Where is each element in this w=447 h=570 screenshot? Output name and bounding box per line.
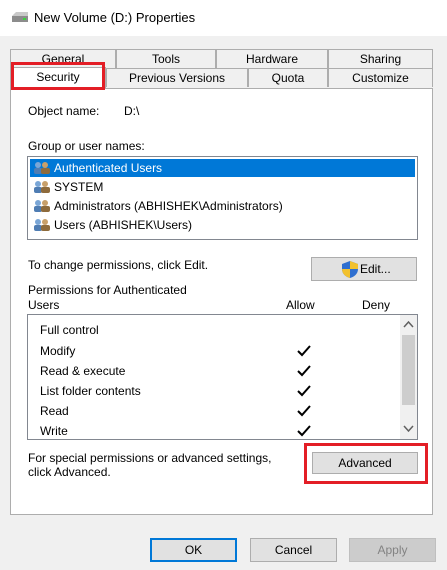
edit-button[interactable]: Edit... bbox=[311, 257, 417, 281]
permission-name: Modify bbox=[40, 344, 76, 358]
object-name-label: Object name: bbox=[28, 104, 100, 118]
users-icon bbox=[34, 162, 50, 174]
permission-row: Modify bbox=[40, 341, 400, 361]
permissions-header: Permissions for Authenticated bbox=[28, 283, 187, 297]
chevron-up-icon[interactable] bbox=[403, 319, 414, 330]
check-icon bbox=[297, 385, 311, 397]
tab-hardware[interactable]: Hardware bbox=[216, 49, 328, 68]
permissions-list[interactable]: Full control Modify Read & execute List … bbox=[27, 314, 418, 440]
permissions-header-user: Users bbox=[28, 298, 60, 312]
group-list[interactable]: Authenticated Users SYSTEM Administrator… bbox=[27, 156, 418, 240]
edit-hint: To change permissions, click Edit. bbox=[28, 258, 209, 272]
edit-button-label: Edit... bbox=[360, 262, 391, 276]
tab-security[interactable]: Security bbox=[10, 67, 106, 89]
tab-sharing[interactable]: Sharing bbox=[328, 49, 433, 68]
permission-name: Write bbox=[40, 424, 68, 438]
object-name-value: D:\ bbox=[124, 104, 140, 118]
tab-quota[interactable]: Quota bbox=[248, 68, 328, 87]
tab-customize[interactable]: Customize bbox=[328, 68, 433, 87]
deny-column-header: Deny bbox=[362, 298, 391, 312]
allow-column-header: Allow bbox=[286, 298, 315, 312]
cancel-button[interactable]: Cancel bbox=[250, 538, 337, 562]
users-icon bbox=[34, 181, 50, 193]
users-icon bbox=[34, 200, 50, 212]
check-icon bbox=[297, 365, 311, 377]
advanced-hint: For special permissions or advanced sett… bbox=[28, 451, 272, 465]
window-title: New Volume (D:) Properties bbox=[34, 10, 196, 25]
permission-name: Read & execute bbox=[40, 364, 126, 378]
tab-previous-versions[interactable]: Previous Versions bbox=[106, 68, 248, 87]
permission-row: List folder contents bbox=[40, 381, 400, 401]
permission-row: Write bbox=[40, 421, 400, 439]
list-item-label: Administrators (ABHISHEK\Administrators) bbox=[54, 199, 283, 213]
check-icon bbox=[297, 425, 311, 437]
tab-tools[interactable]: Tools bbox=[116, 49, 216, 68]
group-names-label: Group or user names: bbox=[28, 139, 145, 153]
permission-row: Full control bbox=[40, 320, 400, 340]
advanced-hint-line2: click Advanced. bbox=[28, 465, 111, 479]
users-icon bbox=[34, 219, 50, 231]
drive-icon bbox=[12, 12, 28, 22]
ok-button[interactable]: OK bbox=[150, 538, 237, 562]
permission-row: Read bbox=[40, 401, 400, 421]
permission-row: Read & execute bbox=[40, 361, 400, 381]
list-item-label: SYSTEM bbox=[54, 180, 104, 194]
chevron-down-icon[interactable] bbox=[403, 423, 414, 434]
list-item-label: Authenticated Users bbox=[54, 161, 163, 175]
title-bar[interactable]: New Volume (D:) Properties bbox=[0, 0, 447, 36]
scrollbar-thumb[interactable] bbox=[402, 335, 415, 405]
advanced-button[interactable]: Advanced bbox=[312, 452, 418, 474]
check-icon bbox=[297, 405, 311, 417]
list-item[interactable]: SYSTEM bbox=[30, 178, 415, 196]
tab-general[interactable]: General bbox=[10, 49, 116, 68]
list-item[interactable]: Authenticated Users bbox=[30, 159, 415, 177]
permission-name: List folder contents bbox=[40, 384, 141, 398]
shield-icon bbox=[342, 261, 358, 278]
permission-name: Full control bbox=[40, 323, 99, 337]
permissions-scrollbar[interactable] bbox=[400, 315, 417, 439]
list-item-label: Users (ABHISHEK\Users) bbox=[54, 218, 193, 232]
apply-button[interactable]: Apply bbox=[349, 538, 436, 562]
list-item[interactable]: Users (ABHISHEK\Users) bbox=[30, 216, 415, 234]
list-item[interactable]: Administrators (ABHISHEK\Administrators) bbox=[30, 197, 415, 215]
check-icon bbox=[297, 345, 311, 357]
permission-name: Read bbox=[40, 404, 69, 418]
